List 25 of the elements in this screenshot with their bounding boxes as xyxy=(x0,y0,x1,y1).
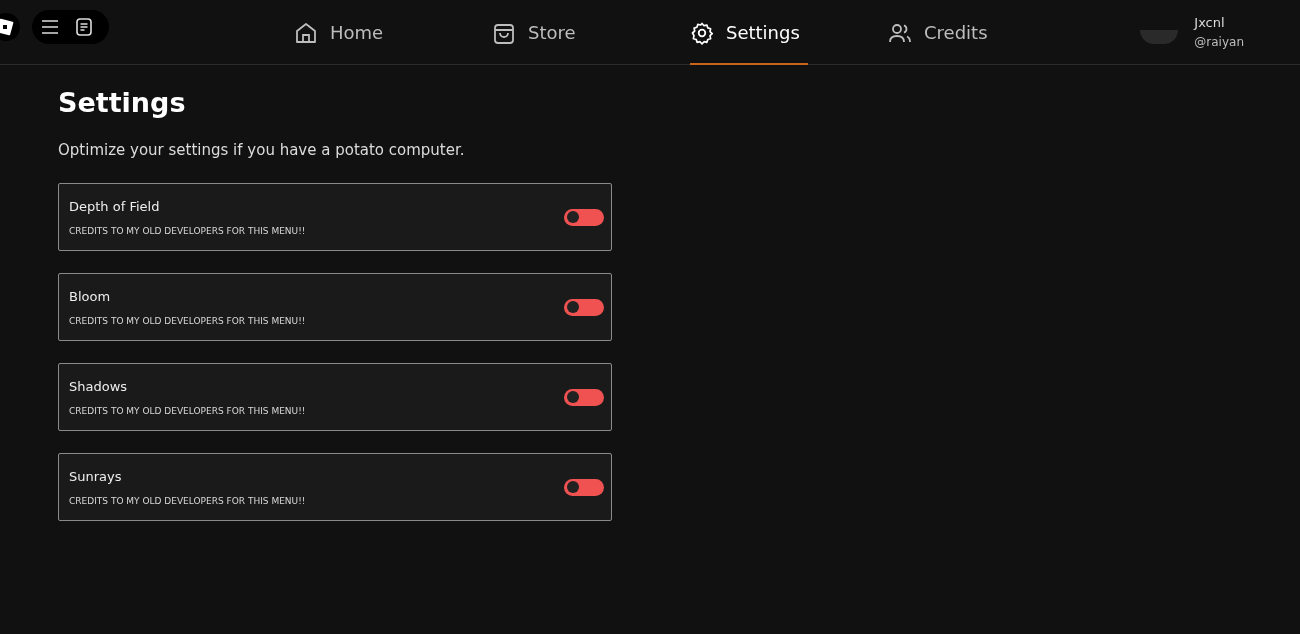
toggle-switch[interactable] xyxy=(564,208,604,226)
avatar-image xyxy=(1140,30,1179,44)
setting-name: Depth of Field xyxy=(69,198,161,214)
nav-tab[interactable]: Credits xyxy=(888,0,996,65)
setting-note: CREDITS TO MY OLD DEVELOPERS FOR THIS MENU!! xyxy=(69,315,306,326)
setting-note: CREDITS TO MY OLD DEVELOPERS FOR THIS MENU!! xyxy=(69,405,306,416)
username: @raiyan xyxy=(1194,35,1244,49)
nav-tab[interactable]: Home xyxy=(294,0,392,65)
home-icon xyxy=(294,20,318,45)
menu-icon[interactable] xyxy=(41,20,59,34)
toggle-switch[interactable] xyxy=(564,388,604,406)
setting-note: CREDITS TO MY OLD DEVELOPERS FOR THIS MENU!! xyxy=(69,495,306,506)
nav-tab[interactable]: Settings xyxy=(690,0,808,65)
page-title: Settings xyxy=(58,86,187,120)
chat-icon[interactable] xyxy=(76,18,92,36)
setting-note: CREDITS TO MY OLD DEVELOPERS FOR THIS MENU!! xyxy=(69,225,306,236)
display-name: Jxcnl xyxy=(1194,15,1226,30)
setting-name: Bloom xyxy=(69,288,112,304)
toggle-switch[interactable] xyxy=(564,478,604,496)
page-subtitle: Optimize your settings if you have a potato computer. xyxy=(58,140,466,160)
setting-name: Shadows xyxy=(69,378,129,394)
toggle-switch[interactable] xyxy=(564,298,604,316)
setting-name: Sunrays xyxy=(69,468,123,484)
settings-icon xyxy=(690,20,714,45)
nav-tab[interactable]: Store xyxy=(492,0,584,65)
